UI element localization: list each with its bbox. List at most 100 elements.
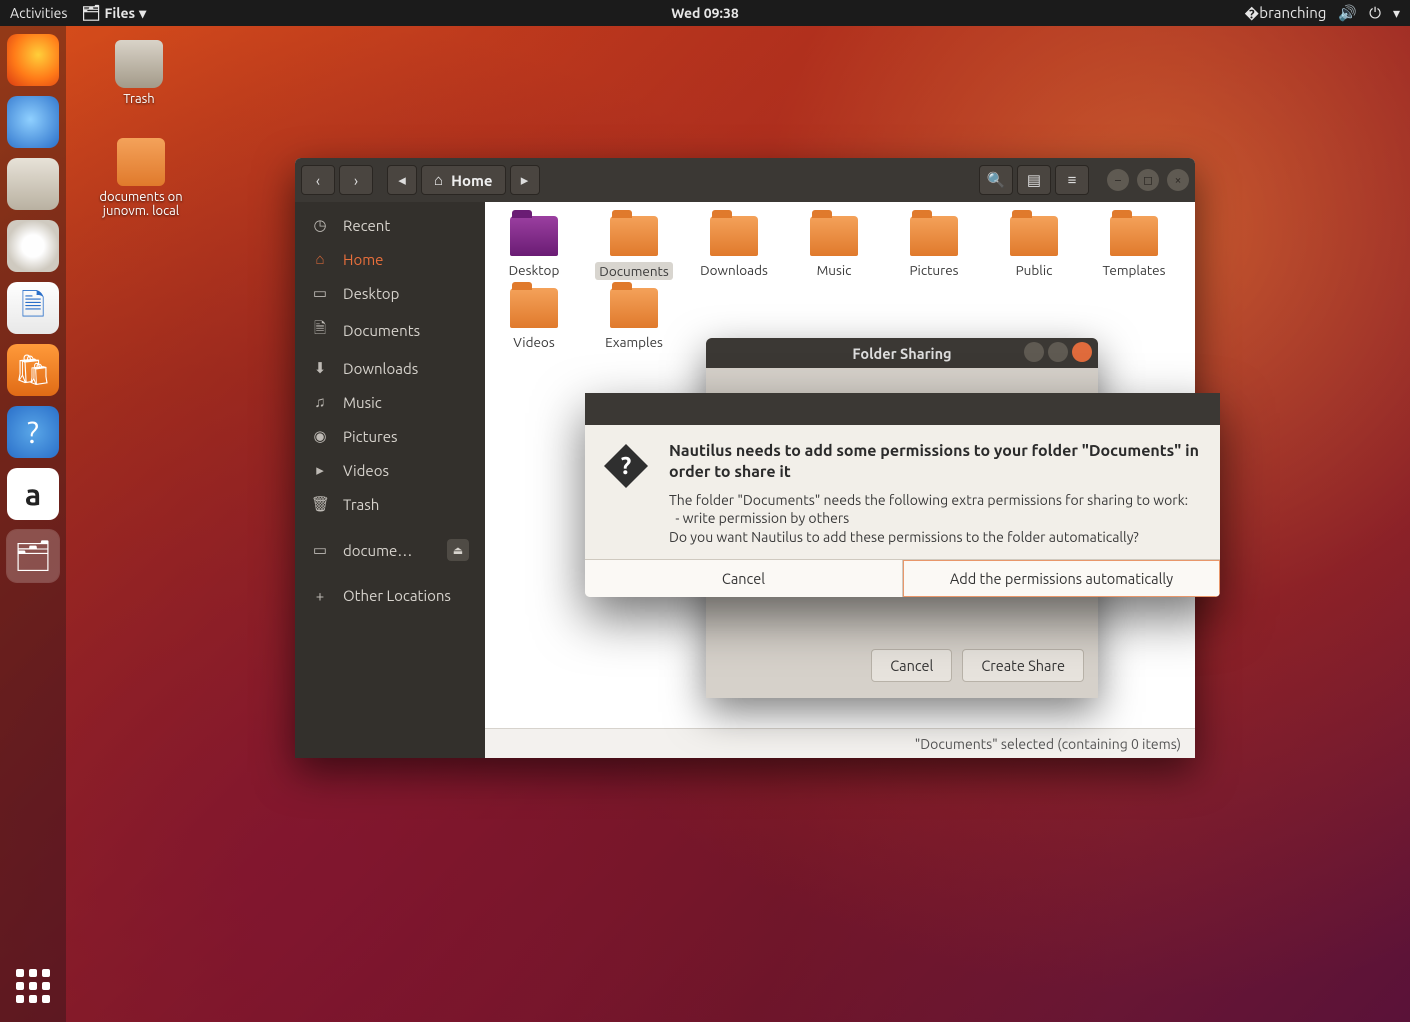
- volume-icon[interactable]: 🔊: [1338, 4, 1357, 22]
- nav-forward-button[interactable]: ›: [339, 165, 373, 195]
- dock-amazon[interactable]: a: [7, 468, 59, 520]
- search-button[interactable]: 🔍: [979, 165, 1013, 195]
- dialog-confirm-button[interactable]: Add the permissions automatically: [903, 560, 1220, 597]
- window-maximize-button[interactable]: [1048, 342, 1068, 362]
- trash-icon: 🗑: [311, 495, 329, 513]
- sidebar-item-desktop[interactable]: ▭ Desktop: [295, 276, 485, 310]
- dock-writer[interactable]: 🗎: [7, 282, 59, 334]
- folder-templates[interactable]: Templates: [1095, 216, 1173, 280]
- dock-thunderbird[interactable]: [7, 96, 59, 148]
- svg-text:?: ?: [621, 452, 632, 479]
- desktop-trash-label: Trash: [94, 92, 184, 106]
- view-toggle-button[interactable]: ▤: [1017, 165, 1051, 195]
- path-label: Home: [451, 172, 492, 189]
- sidebar-item-recent[interactable]: ◷ Recent: [295, 208, 485, 242]
- chevron-down-icon[interactable]: ▾: [1393, 5, 1400, 22]
- sidebar-label: Pictures: [343, 428, 398, 445]
- folder-sharing-title: Folder Sharing: [852, 345, 951, 362]
- permissions-dialog: ? Nautilus needs to add some permissions…: [585, 393, 1220, 597]
- folder-icon: [1110, 216, 1158, 256]
- folder-label: Desktop: [509, 262, 560, 278]
- app-menu-label: Files: [104, 5, 135, 21]
- folder-examples[interactable]: Examples: [595, 288, 673, 350]
- sidebar-item-home[interactable]: ⌂Home: [295, 242, 485, 276]
- desktop-network-share[interactable]: documents on junovm. local: [88, 138, 194, 218]
- hamburger-menu-button[interactable]: ≡: [1055, 165, 1089, 195]
- window-close-button[interactable]: [1072, 342, 1092, 362]
- folder-share-icon: [117, 138, 165, 186]
- folder-desktop[interactable]: Desktop: [495, 216, 573, 280]
- video-icon: ▸: [311, 461, 329, 479]
- sidebar-item-pictures[interactable]: ◉ Pictures: [295, 419, 485, 453]
- folder-label: Downloads: [700, 262, 768, 278]
- music-icon: ♫: [311, 393, 329, 411]
- sidebar-item-documents[interactable]: 🗎Documents: [295, 310, 485, 351]
- show-applications-button[interactable]: [11, 964, 55, 1008]
- sidebar-item-other-locations[interactable]: +Other Locations: [295, 579, 485, 612]
- folder-icon: [510, 288, 558, 328]
- window-minimize-button[interactable]: [1024, 342, 1044, 362]
- path-next-button[interactable]: ▸: [510, 165, 540, 195]
- folder-music[interactable]: Music: [795, 216, 873, 280]
- activities-button[interactable]: Activities: [10, 5, 67, 21]
- eject-icon[interactable]: ⏏: [447, 539, 469, 561]
- dock-files-active[interactable]: 🗂: [7, 530, 59, 582]
- sidebar-item-music[interactable]: ♫Music: [295, 385, 485, 419]
- desktop-icon: ▭: [311, 284, 329, 302]
- dock: 🗎 🛍 ? a 🗂: [0, 26, 66, 1022]
- sidebar-label: Recent: [343, 217, 390, 234]
- top-bar: Activities 🗂 Files ▾ Wed 09:38 �branchin…: [0, 0, 1410, 26]
- question-icon: ?: [601, 441, 651, 491]
- create-share-button[interactable]: Create Share: [962, 649, 1084, 682]
- folder-pictures[interactable]: Pictures: [895, 216, 973, 280]
- dock-firefox[interactable]: [7, 34, 59, 86]
- nautilus-headerbar: ‹ › ◂ ⌂ Home ▸ 🔍 ▤ ≡ – ◻ ×: [295, 158, 1195, 202]
- window-close-button[interactable]: ×: [1167, 169, 1189, 191]
- folder-videos[interactable]: Videos: [495, 288, 573, 350]
- sidebar-item-videos[interactable]: ▸Videos: [295, 453, 485, 487]
- sidebar-item-trash[interactable]: 🗑Trash: [295, 487, 485, 521]
- folder-documents[interactable]: Documents: [595, 216, 673, 280]
- folder-label: Documents: [595, 262, 672, 280]
- dock-files[interactable]: [7, 158, 59, 210]
- window-maximize-button[interactable]: ◻: [1137, 169, 1159, 191]
- desktop-trash[interactable]: Trash: [94, 40, 184, 106]
- path-up-button[interactable]: ◂: [387, 165, 417, 195]
- dialog-cancel-button[interactable]: Cancel: [585, 560, 903, 597]
- folder-label: Examples: [605, 334, 663, 350]
- camera-icon: ◉: [311, 427, 329, 445]
- folder-icon: [710, 216, 758, 256]
- home-icon: ⌂: [434, 171, 443, 189]
- path-home[interactable]: ⌂ Home: [421, 165, 506, 195]
- folder-public[interactable]: Public: [995, 216, 1073, 280]
- folder-label: Pictures: [909, 262, 958, 278]
- dialog-body-line: - write permission by others: [669, 509, 1200, 528]
- files-app-icon: 🗂: [81, 4, 100, 22]
- status-bar: "Documents" selected (containing 0 items…: [485, 728, 1195, 758]
- network-icon[interactable]: �branching: [1244, 3, 1326, 23]
- folder-downloads[interactable]: Downloads: [695, 216, 773, 280]
- sidebar-label: Desktop: [343, 285, 399, 302]
- sidebar-label: Documents: [343, 322, 420, 339]
- clock-icon: ◷: [311, 216, 329, 234]
- sidebar-item-downloads[interactable]: ⬇Downloads: [295, 351, 485, 385]
- sidebar-item-mount[interactable]: ▭docume…⏏: [295, 531, 485, 569]
- dock-software[interactable]: 🛍: [7, 344, 59, 396]
- dock-help[interactable]: ?: [7, 406, 59, 458]
- cancel-button[interactable]: Cancel: [871, 649, 952, 682]
- power-icon[interactable]: ⏻: [1369, 4, 1381, 22]
- dock-rhythmbox[interactable]: [7, 220, 59, 272]
- folder-icon: [910, 216, 958, 256]
- app-menu-files[interactable]: 🗂 Files ▾: [81, 4, 146, 22]
- status-text: "Documents" selected (containing 0 items…: [915, 736, 1181, 752]
- folder-label: Videos: [513, 334, 554, 350]
- drive-icon: ▭: [311, 541, 329, 559]
- nav-back-button[interactable]: ‹: [301, 165, 335, 195]
- folder-label: Templates: [1103, 262, 1166, 278]
- folder-icon: [610, 288, 658, 328]
- nautilus-sidebar: ◷ Recent ⌂Home ▭ Desktop 🗎Documents ⬇Downl…: [295, 202, 485, 758]
- clock[interactable]: Wed 09:38: [671, 5, 739, 21]
- sidebar-label: Other Locations: [343, 587, 451, 604]
- window-minimize-button[interactable]: –: [1107, 169, 1129, 191]
- folder-sharing-titlebar: Folder Sharing: [706, 338, 1098, 368]
